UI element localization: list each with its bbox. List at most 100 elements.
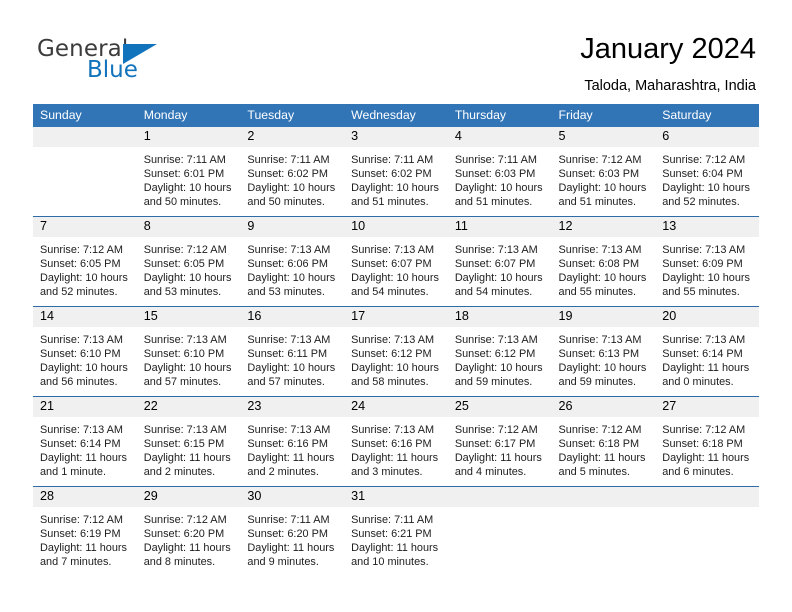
calendar-page: General Blue January 2024 Taloda, Mahara… (0, 0, 792, 612)
calendar-day-cell[interactable]: 27 Sunrise: 7:12 AM Sunset: 6:18 PM Dayligh… (655, 396, 759, 487)
sunset-time: Sunset: 6:03 PM (558, 168, 640, 181)
sunset-time: Sunset: 6:04 PM (662, 168, 743, 181)
calendar-day-cell[interactable]: 21 Sunrise: 7:13 AM Sunset: 6:14 PM Dayligh… (33, 396, 137, 487)
day-number: 25 (447, 397, 552, 417)
daylight-duration-line2: and 51 minutes. (558, 196, 637, 209)
day-details: Sunrise: 7:11 AM Sunset: 6:21 PM Daylight:… (344, 507, 448, 569)
day-number: 5 (551, 127, 656, 147)
daylight-duration-line1: Daylight: 11 hours (558, 452, 646, 465)
daylight-duration-line2: and 2 minutes. (143, 466, 216, 479)
daylight-duration-line2: and 2 minutes. (247, 466, 319, 479)
sunset-time: Sunset: 6:18 PM (662, 438, 743, 451)
day-details: Sunrise: 7:11 AM Sunset: 6:02 PM Daylight:… (240, 147, 344, 209)
sunrise-time: Sunrise: 7:13 AM (247, 334, 331, 346)
calendar-day-cell[interactable]: 23 Sunrise: 7:13 AM Sunset: 6:16 PM Dayligh… (240, 396, 345, 487)
calendar-day-cell[interactable]: 30 Sunrise: 7:11 AM Sunset: 6:20 PM Dayligh… (240, 486, 345, 576)
day-details: Sunrise: 7:13 AM Sunset: 6:07 PM Daylight:… (448, 237, 552, 299)
calendar-day-cell[interactable]: 26 Sunrise: 7:12 AM Sunset: 6:18 PM Dayligh… (551, 396, 656, 487)
day-number: 7 (33, 217, 137, 237)
calendar-day-cell[interactable]: 18 Sunrise: 7:13 AM Sunset: 6:12 PM Dayligh… (447, 306, 552, 397)
day-details: Sunrise: 7:12 AM Sunset: 6:03 PM Daylight:… (552, 147, 656, 209)
sunset-time: Sunset: 6:15 PM (143, 438, 225, 451)
page-subtitle-location: Taloda, Maharashtra, India (584, 78, 756, 94)
calendar-day-cell[interactable]: 10 Sunrise: 7:13 AM Sunset: 6:07 PM Dayligh… (344, 216, 448, 307)
daylight-duration-line2: and 54 minutes. (351, 286, 429, 299)
calendar-day-cell-empty (551, 486, 656, 576)
daylight-duration-line2: and 10 minutes. (351, 556, 429, 569)
sunset-time: Sunset: 6:10 PM (40, 348, 121, 361)
day-number: 23 (240, 397, 345, 417)
day-details: Sunrise: 7:12 AM Sunset: 6:04 PM Daylight:… (655, 147, 759, 209)
daylight-duration-line2: and 55 minutes. (558, 286, 637, 299)
daylight-duration-line1: Daylight: 11 hours (143, 452, 231, 465)
calendar-day-cell[interactable]: 17 Sunrise: 7:13 AM Sunset: 6:12 PM Dayligh… (344, 306, 448, 397)
daylight-duration-line2: and 50 minutes. (143, 196, 222, 209)
daylight-duration-line1: Daylight: 11 hours (247, 452, 335, 465)
calendar-day-cell[interactable]: 24 Sunrise: 7:13 AM Sunset: 6:16 PM Dayligh… (344, 396, 448, 487)
calendar-day-cell[interactable]: 25 Sunrise: 7:12 AM Sunset: 6:17 PM Dayligh… (447, 396, 552, 487)
calendar-day-cell[interactable]: 8 Sunrise: 7:12 AM Sunset: 6:05 PM Daylight… (136, 216, 241, 307)
day-number: 26 (551, 397, 656, 417)
sunrise-time: Sunrise: 7:11 AM (143, 154, 226, 166)
daylight-duration-line1: Daylight: 10 hours (351, 272, 439, 285)
day-details: Sunrise: 7:13 AM Sunset: 6:14 PM Daylight:… (655, 327, 759, 389)
calendar-day-cell[interactable]: 20 Sunrise: 7:13 AM Sunset: 6:14 PM Dayligh… (655, 306, 759, 397)
daylight-duration-line1: Daylight: 10 hours (454, 272, 543, 285)
day-number: 18 (447, 307, 552, 327)
sunset-time: Sunset: 6:16 PM (247, 438, 328, 451)
weekday-header-monday: Monday (136, 104, 241, 127)
calendar-day-cell[interactable]: 5 Sunrise: 7:12 AM Sunset: 6:03 PM Daylight… (551, 127, 656, 217)
logo-text-blue: Blue (87, 57, 138, 83)
sunrise-time: Sunrise: 7:11 AM (351, 154, 434, 166)
daylight-duration-line2: and 59 minutes. (454, 376, 533, 389)
daylight-duration-line1: Daylight: 10 hours (558, 182, 647, 195)
daylight-duration-line1: Daylight: 10 hours (351, 182, 439, 195)
general-blue-logo[interactable]: General Blue (37, 36, 247, 90)
calendar-day-cell[interactable]: 15 Sunrise: 7:13 AM Sunset: 6:10 PM Dayligh… (136, 306, 241, 397)
daylight-duration-line1: Daylight: 10 hours (143, 182, 232, 195)
calendar-day-cell[interactable]: 1 Sunrise: 7:11 AM Sunset: 6:01 PM Daylight… (136, 127, 241, 217)
sunset-time: Sunset: 6:01 PM (143, 168, 225, 181)
sunrise-time: Sunrise: 7:13 AM (143, 424, 227, 436)
sunset-time: Sunset: 6:20 PM (143, 528, 225, 541)
sunset-time: Sunset: 6:07 PM (351, 258, 432, 271)
calendar-day-cell[interactable]: 9 Sunrise: 7:13 AM Sunset: 6:06 PM Daylight… (240, 216, 345, 307)
weekday-header-thursday: Thursday (447, 104, 552, 127)
sunset-time: Sunset: 6:17 PM (454, 438, 536, 451)
sunset-time: Sunset: 6:05 PM (40, 258, 121, 271)
calendar-day-cell[interactable]: 16 Sunrise: 7:13 AM Sunset: 6:11 PM Dayligh… (240, 306, 345, 397)
sunrise-time: Sunrise: 7:12 AM (143, 244, 227, 256)
calendar-day-cell[interactable]: 13 Sunrise: 7:13 AM Sunset: 6:09 PM Dayligh… (655, 216, 759, 307)
daylight-duration-line2: and 56 minutes. (40, 376, 118, 389)
daylight-duration-line2: and 0 minutes. (662, 376, 734, 389)
day-number: 8 (136, 217, 241, 237)
daylight-duration-line1: Daylight: 11 hours (662, 452, 750, 465)
calendar-day-cell[interactable]: 2 Sunrise: 7:11 AM Sunset: 6:02 PM Daylight… (240, 127, 345, 217)
sunset-time: Sunset: 6:09 PM (662, 258, 743, 271)
calendar-day-cell[interactable]: 4 Sunrise: 7:11 AM Sunset: 6:03 PM Daylight… (447, 127, 552, 217)
calendar-day-cell[interactable]: 29 Sunrise: 7:12 AM Sunset: 6:20 PM Dayligh… (136, 486, 241, 576)
day-details: Sunrise: 7:13 AM Sunset: 6:11 PM Daylight:… (240, 327, 344, 389)
calendar-day-cell[interactable]: 31 Sunrise: 7:11 AM Sunset: 6:21 PM Dayligh… (344, 486, 448, 576)
sunrise-time: Sunrise: 7:12 AM (558, 424, 642, 436)
calendar-day-cell[interactable]: 12 Sunrise: 7:13 AM Sunset: 6:08 PM Dayligh… (551, 216, 656, 307)
calendar-day-cell[interactable]: 22 Sunrise: 7:13 AM Sunset: 6:15 PM Dayligh… (136, 396, 241, 487)
sunrise-time: Sunrise: 7:13 AM (351, 424, 435, 436)
calendar-day-cell[interactable]: 11 Sunrise: 7:13 AM Sunset: 6:07 PM Dayligh… (447, 216, 552, 307)
calendar-day-cell[interactable]: 28 Sunrise: 7:12 AM Sunset: 6:19 PM Dayligh… (33, 486, 137, 576)
daylight-duration-line2: and 4 minutes. (454, 466, 527, 479)
day-details: Sunrise: 7:13 AM Sunset: 6:07 PM Daylight:… (344, 237, 448, 299)
daylight-duration-line1: Daylight: 11 hours (662, 362, 750, 375)
sunset-time: Sunset: 6:19 PM (40, 528, 121, 541)
calendar-day-cell[interactable]: 14 Sunrise: 7:13 AM Sunset: 6:10 PM Dayligh… (33, 306, 137, 397)
day-details: Sunrise: 7:13 AM Sunset: 6:09 PM Daylight:… (655, 237, 759, 299)
calendar-day-cell[interactable]: 6 Sunrise: 7:12 AM Sunset: 6:04 PM Daylight… (655, 127, 759, 217)
daylight-duration-line1: Daylight: 11 hours (454, 452, 542, 465)
daylight-duration-line2: and 51 minutes. (454, 196, 533, 209)
daylight-duration-line1: Daylight: 11 hours (143, 542, 231, 555)
calendar-day-cell[interactable]: 3 Sunrise: 7:11 AM Sunset: 6:02 PM Daylight… (344, 127, 448, 217)
day-details: Sunrise: 7:13 AM Sunset: 6:15 PM Daylight:… (137, 417, 241, 479)
sunrise-time: Sunrise: 7:12 AM (454, 424, 538, 436)
calendar-day-cell[interactable]: 19 Sunrise: 7:13 AM Sunset: 6:13 PM Dayligh… (551, 306, 656, 397)
calendar-day-cell[interactable]: 7 Sunrise: 7:12 AM Sunset: 6:05 PM Daylight… (33, 216, 137, 307)
